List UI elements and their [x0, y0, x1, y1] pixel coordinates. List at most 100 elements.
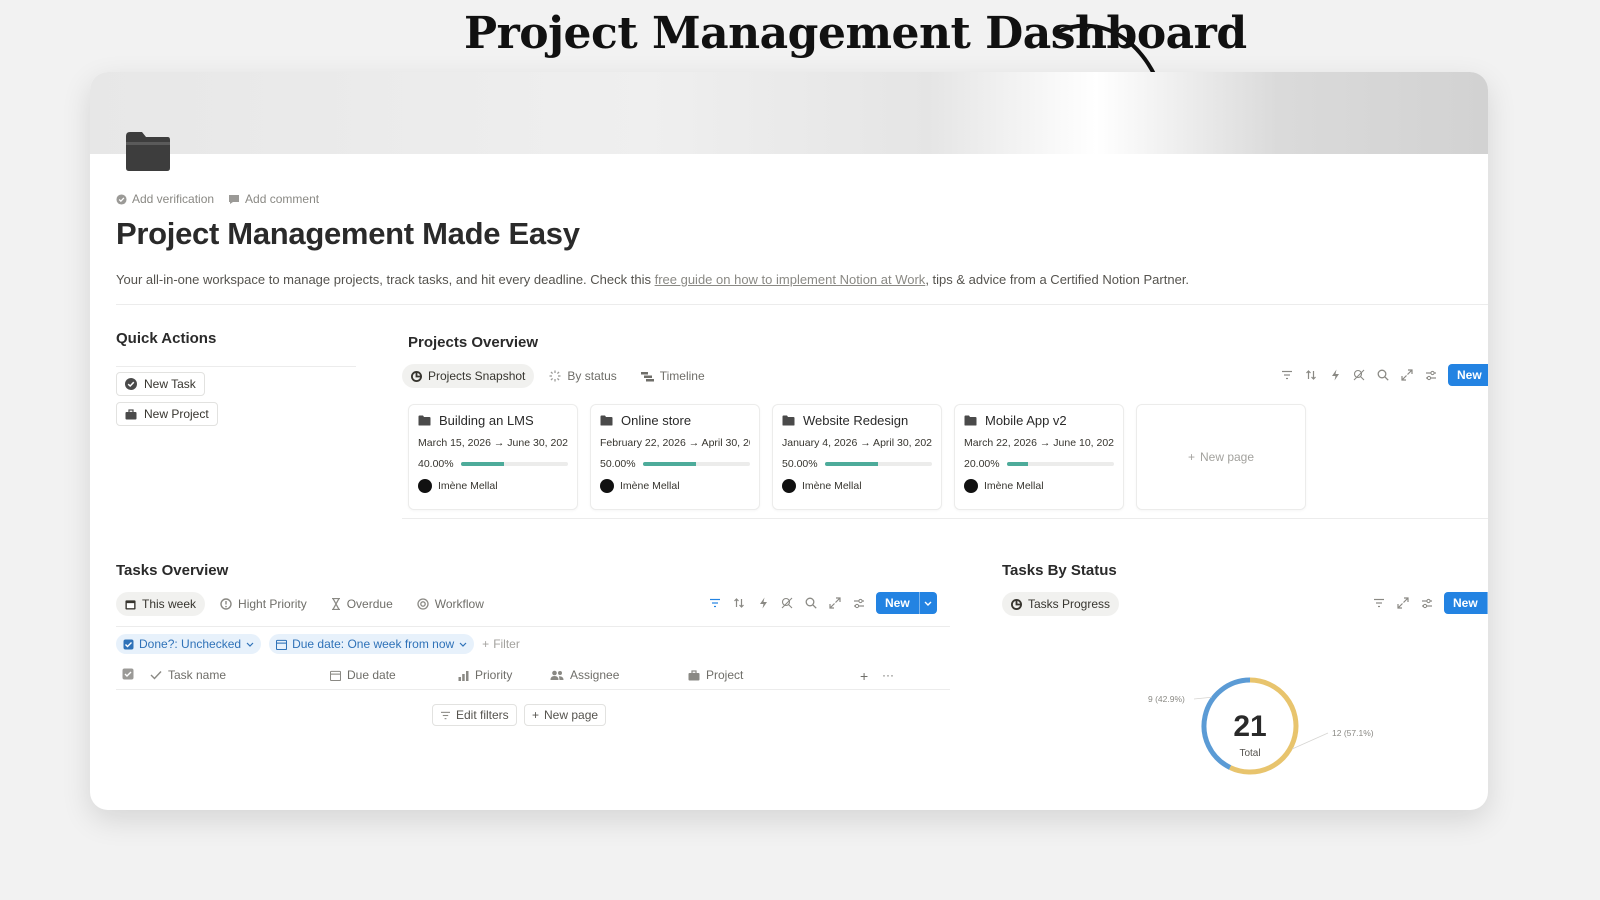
project-card[interactable]: Building an LMS March 15, 2026 → June 30…: [408, 404, 578, 510]
avatar: [418, 479, 432, 493]
add-verification-button[interactable]: Add verification: [116, 192, 214, 206]
donut-leader-line: [1193, 696, 1212, 700]
progress-fill: [824, 462, 879, 466]
column-priority[interactable]: Priority: [458, 668, 512, 682]
folder-icon[interactable]: [124, 130, 172, 172]
tasks-new-button[interactable]: New: [876, 592, 937, 614]
tab-tasks-progress[interactable]: Tasks Progress: [1002, 592, 1120, 616]
new-task-button[interactable]: New Task: [116, 372, 205, 396]
lightning-icon[interactable]: [1328, 368, 1342, 382]
column-label: Assignee: [570, 668, 620, 682]
filter-label: Done?: Unchecked: [139, 637, 242, 651]
project-name: Website Redesign: [803, 413, 909, 428]
guide-link[interactable]: free guide on how to implement Notion at…: [655, 272, 926, 287]
filter-label: Due date: One week from now: [292, 637, 455, 651]
edit-filters-button[interactable]: Edit filters: [432, 704, 517, 726]
filter-icon[interactable]: [708, 596, 722, 610]
tab-workflow[interactable]: Workflow: [408, 592, 493, 616]
add-column-icon[interactable]: +: [860, 668, 868, 684]
target-icon: [417, 598, 429, 610]
filter-chip-due-date[interactable]: Due date: One week from now: [269, 634, 475, 654]
add-comment-label: Add comment: [245, 192, 320, 206]
expand-icon[interactable]: [1396, 596, 1410, 610]
search-icon[interactable]: [1376, 368, 1390, 382]
filter-icon: [441, 711, 450, 719]
project-progress: 50.00%: [600, 458, 750, 470]
add-verification-label: Add verification: [132, 192, 215, 206]
timeline-icon: [640, 371, 654, 381]
page-title[interactable]: Project Management Made Easy: [116, 216, 580, 252]
expand-icon[interactable]: [828, 596, 842, 610]
chevron-down-icon[interactable]: [1486, 592, 1488, 614]
edit-filters-label: Edit filters: [456, 708, 509, 722]
status-new-button[interactable]: New: [1444, 592, 1488, 614]
divider: [116, 626, 950, 627]
new-page-button[interactable]: + New page: [524, 704, 607, 726]
quick-actions-heading: Quick Actions: [116, 330, 217, 347]
donut-total-label: Total: [1239, 748, 1260, 759]
new-label: New: [1453, 596, 1478, 610]
filter-icon[interactable]: [1280, 368, 1294, 382]
tab-timeline[interactable]: Timeline: [632, 364, 714, 388]
chevron-down-icon[interactable]: [918, 592, 937, 614]
more-options-icon[interactable]: ···: [882, 668, 894, 682]
calendar-icon: [330, 670, 341, 681]
column-due-date[interactable]: Due date: [330, 668, 396, 682]
status-view-tabs: Tasks Progress: [1002, 592, 1120, 616]
search-icon[interactable]: [804, 596, 818, 610]
project-name: Mobile App v2: [985, 413, 1067, 428]
pie-chart-icon: [1011, 598, 1022, 610]
new-project-button[interactable]: New Project: [116, 402, 218, 426]
divider: [116, 366, 356, 367]
settings-sliders-icon[interactable]: [852, 596, 866, 610]
tab-overdue[interactable]: Overdue: [322, 592, 402, 616]
sort-icon[interactable]: [732, 596, 746, 610]
tab-label: Overdue: [346, 597, 393, 611]
tab-label: Projects Snapshot: [428, 369, 526, 383]
new-label: New: [1457, 368, 1482, 382]
new-page-card[interactable]: + New page: [1136, 404, 1306, 510]
filter-icon[interactable]: [1372, 596, 1386, 610]
checkbox-icon: [122, 668, 134, 680]
progress-fill: [1006, 462, 1029, 466]
tab-projects-snapshot[interactable]: Projects Snapshot: [402, 364, 535, 388]
column-assignee[interactable]: Assignee: [550, 668, 619, 682]
tab-hight-priority[interactable]: Hight Priority: [211, 592, 316, 616]
project-card[interactable]: Online store February 22, 2026 → April 3…: [590, 404, 760, 510]
description-prefix: Your all-in-one workspace to manage proj…: [116, 272, 655, 287]
divider: [402, 518, 1488, 519]
progress-bar: [642, 462, 750, 466]
project-dates: February 22, 2026 → April 30, 2026: [600, 437, 750, 449]
projects-new-button[interactable]: New: [1448, 364, 1488, 386]
project-owner: Imène Mellal: [600, 479, 750, 493]
new-page-label: New page: [1199, 450, 1255, 464]
column-project[interactable]: Project: [688, 668, 743, 682]
expand-icon[interactable]: [1400, 368, 1414, 382]
tab-this-week[interactable]: This week: [116, 592, 206, 616]
card-title: Online store: [600, 413, 750, 428]
folder-icon: [418, 415, 431, 426]
tab-by-status[interactable]: By status: [540, 364, 625, 388]
check-circle-icon: [125, 378, 137, 390]
owner-name: Imène Mellal: [620, 480, 680, 492]
filter-chip-done[interactable]: Done?: Unchecked: [116, 634, 262, 654]
select-all-checkbox[interactable]: [122, 668, 134, 680]
project-dates: January 4, 2026 → April 30, 2026: [782, 437, 932, 449]
column-task-name[interactable]: Task name: [150, 668, 226, 682]
sort-icon[interactable]: [1304, 368, 1318, 382]
projects-view-tabs: Projects Snapshot By status Timeline: [402, 364, 714, 388]
new-page-label: New page: [544, 708, 599, 722]
tasks-toolbar: New: [708, 592, 937, 614]
progress-bar: [1006, 462, 1114, 466]
project-card[interactable]: Mobile App v2 March 22, 2026 → June 10, …: [954, 404, 1124, 510]
add-filter-button[interactable]: + Filter: [482, 637, 520, 651]
project-card[interactable]: Website Redesign January 4, 2026 → April…: [772, 404, 942, 510]
lightning-icon[interactable]: [756, 596, 770, 610]
settings-sliders-icon[interactable]: [1424, 368, 1438, 382]
settings-sliders-icon[interactable]: [1420, 596, 1434, 610]
donut-slice-label: 12 (57.1%): [1332, 728, 1374, 738]
hide-search-icon[interactable]: [1352, 368, 1366, 382]
tab-label: This week: [142, 597, 197, 611]
hide-search-icon[interactable]: [780, 596, 794, 610]
add-comment-button[interactable]: Add comment: [228, 192, 319, 206]
